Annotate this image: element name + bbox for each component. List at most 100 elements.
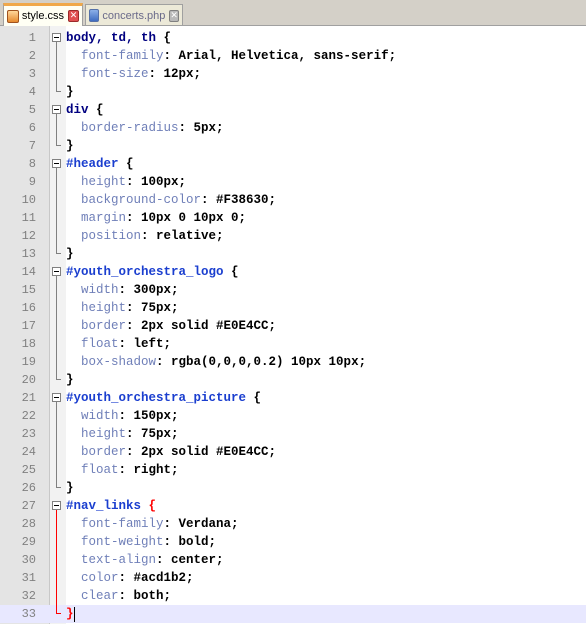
- tab-concerts-php[interactable]: concerts.php ✕: [85, 4, 183, 26]
- token-prop: clear: [81, 589, 119, 603]
- fold-end-marker: [56, 379, 61, 380]
- fold-end-marker: [56, 487, 61, 488]
- token-val: [66, 319, 81, 333]
- code-text: }: [66, 245, 74, 263]
- code-line[interactable]: 31 color: #acd1b2;: [0, 569, 586, 587]
- line-number: 29: [21, 535, 36, 549]
- code-line[interactable]: 24 border: 2px solid #E0E4CC;: [0, 443, 586, 461]
- code-line[interactable]: 10 background-color: #F38630;: [0, 191, 586, 209]
- fold-toggle-icon[interactable]: [52, 159, 61, 168]
- line-number: 20: [21, 373, 36, 387]
- code-line[interactable]: 16 height: 75px;: [0, 299, 586, 317]
- line-number: 3: [28, 67, 36, 81]
- code-line[interactable]: 33}: [0, 605, 586, 623]
- fold-line: [56, 402, 57, 487]
- code-text: width: 150px;: [66, 407, 179, 425]
- code-line[interactable]: 27 #nav_links {: [0, 497, 586, 515]
- fold-end-marker: [56, 253, 61, 254]
- token-val: : Verdana;: [163, 517, 239, 531]
- fold-toggle-icon[interactable]: [52, 33, 61, 42]
- token-brace: {: [96, 103, 104, 117]
- code-text: float: right;: [66, 461, 179, 479]
- line-number: 31: [21, 571, 36, 585]
- code-line[interactable]: 7}: [0, 137, 586, 155]
- tab-label: concerts.php: [102, 9, 166, 22]
- code-line[interactable]: 32 clear: both;: [0, 587, 586, 605]
- line-number: 14: [21, 265, 36, 279]
- token-val: [66, 49, 81, 63]
- code-line[interactable]: 15 width: 300px;: [0, 281, 586, 299]
- code-line[interactable]: 25 float: right;: [0, 461, 586, 479]
- token-brace: }: [66, 139, 74, 153]
- code-line[interactable]: 18 float: left;: [0, 335, 586, 353]
- close-icon[interactable]: ✕: [169, 9, 179, 22]
- code-line[interactable]: 20}: [0, 371, 586, 389]
- code-line[interactable]: 9 height: 100px;: [0, 173, 586, 191]
- token-brace: {: [163, 31, 172, 45]
- line-number: 8: [28, 157, 36, 171]
- fold-toggle-icon[interactable]: [52, 267, 61, 276]
- code-text: div {: [66, 101, 104, 119]
- fold-toggle-icon[interactable]: [52, 393, 61, 402]
- line-number: 18: [21, 337, 36, 351]
- fold-toggle-icon[interactable]: [52, 501, 61, 510]
- code-text: }: [66, 605, 74, 623]
- token-prop: border: [81, 445, 127, 459]
- token-val: [66, 571, 81, 585]
- token-prop: font-size: [81, 67, 149, 81]
- code-line[interactable]: 14 #youth_orchestra_logo {: [0, 263, 586, 281]
- code-line[interactable]: 6 border-radius: 5px;: [0, 119, 586, 137]
- code-text: body, td, th {: [66, 29, 171, 47]
- token-val: : 10px 0 10px 0;: [126, 211, 247, 225]
- code-line[interactable]: 12 position: relative;: [0, 227, 586, 245]
- code-line[interactable]: 13}: [0, 245, 586, 263]
- code-line[interactable]: 26}: [0, 479, 586, 497]
- code-line[interactable]: 21 #youth_orchestra_picture {: [0, 389, 586, 407]
- token-prop: font-family: [81, 49, 164, 63]
- tab-style-css[interactable]: style.css ✕: [3, 3, 83, 26]
- token-brace-hl: }: [66, 607, 74, 621]
- code-line[interactable]: 1 body, td, th {: [0, 29, 586, 47]
- line-number: 13: [21, 247, 36, 261]
- code-line[interactable]: 3 font-size: 12px;: [0, 65, 586, 83]
- line-number: 25: [21, 463, 36, 477]
- code-text: border-radius: 5px;: [66, 119, 224, 137]
- token-id: #header: [66, 157, 127, 171]
- line-number: 26: [21, 481, 36, 495]
- code-line[interactable]: 2 font-family: Arial, Helvetica, sans-se…: [0, 47, 586, 65]
- token-val: [66, 283, 81, 297]
- line-number: 24: [21, 445, 36, 459]
- token-val: : 5px;: [178, 121, 224, 135]
- code-line[interactable]: 23 height: 75px;: [0, 425, 586, 443]
- close-icon[interactable]: ✕: [68, 10, 79, 22]
- token-brace: {: [231, 265, 239, 279]
- code-line[interactable]: 30 text-align: center;: [0, 551, 586, 569]
- code-editor[interactable]: 1 body, td, th {2 font-family: Arial, Hel…: [0, 26, 586, 624]
- code-line[interactable]: 4}: [0, 83, 586, 101]
- code-text: background-color: #F38630;: [66, 191, 276, 209]
- token-val: [66, 589, 81, 603]
- code-line[interactable]: 5 div {: [0, 101, 586, 119]
- code-line[interactable]: 19 box-shadow: rgba(0,0,0,0.2) 10px 10px…: [0, 353, 586, 371]
- token-val: : rgba(0,0,0,0.2) 10px 10px;: [156, 355, 367, 369]
- token-val: [66, 211, 81, 225]
- token-val: : 75px;: [126, 301, 179, 315]
- fold-toggle-icon[interactable]: [52, 105, 61, 114]
- token-val: : left;: [118, 337, 172, 351]
- code-line[interactable]: 28 font-family: Verdana;: [0, 515, 586, 533]
- code-line[interactable]: 22 width: 150px;: [0, 407, 586, 425]
- code-line[interactable]: 17 border: 2px solid #E0E4CC;: [0, 317, 586, 335]
- token-val: : relative;: [141, 229, 224, 243]
- code-line[interactable]: 29 font-weight: bold;: [0, 533, 586, 551]
- token-val: : bold;: [163, 535, 217, 549]
- php-file-icon: [89, 9, 100, 22]
- line-number: 21: [21, 391, 36, 405]
- token-val: [66, 193, 81, 207]
- token-prop: color: [81, 571, 119, 585]
- line-number: 16: [21, 301, 36, 315]
- token-val: [66, 427, 81, 441]
- token-val: [66, 301, 81, 315]
- code-line[interactable]: 8 #header {: [0, 155, 586, 173]
- token-prop: font-family: [81, 517, 164, 531]
- code-line[interactable]: 11 margin: 10px 0 10px 0;: [0, 209, 586, 227]
